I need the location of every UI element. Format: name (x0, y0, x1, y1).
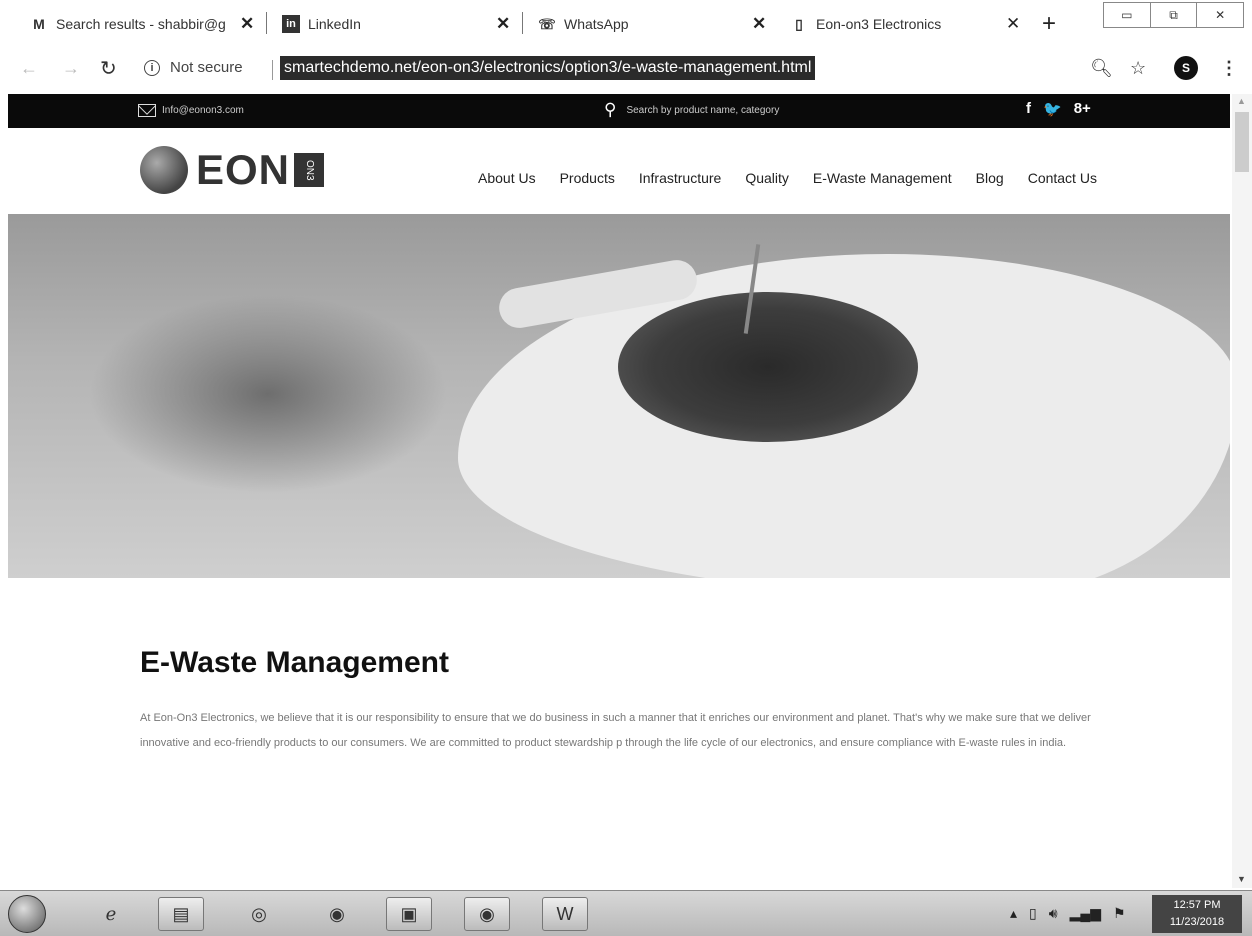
restore-button[interactable]: ⧉ (1149, 2, 1198, 28)
url-field[interactable]: smartechdemo.net/eon-on3/electronics/opt… (280, 56, 816, 80)
forward-icon[interactable]: → (62, 58, 80, 79)
page-scrollbar[interactable]: ▲ ▼ (1232, 94, 1252, 888)
page-icon: ▯ (795, 15, 803, 32)
tab-divider (522, 12, 523, 34)
omnibox-divider (272, 60, 273, 80)
tab-eon-on3[interactable]: ▯ Eon-on3 Electronics ✕ (790, 8, 1030, 40)
system-tray: ▴ ▯ 🔊︎ ▂▄▆ ⚑ (1010, 905, 1126, 922)
nav-contact-us[interactable]: Contact Us (1028, 170, 1097, 186)
file-explorer-icon[interactable]: ▤ (158, 897, 204, 931)
search-placeholder: Search by product name, category (626, 104, 780, 116)
app-tile-icon[interactable]: ▣ (386, 897, 432, 931)
minimize-button[interactable]: ▭ (1103, 2, 1151, 28)
clock-date: 11/23/2018 (1169, 916, 1225, 928)
contact-email[interactable]: Info@eonon3.com (138, 104, 244, 117)
tab-whatsapp[interactable]: ☏ WhatsApp ✕ (538, 8, 778, 40)
word-icon[interactable]: W (542, 897, 588, 931)
reload-icon[interactable]: ↻ (100, 56, 117, 81)
tab-gmail-search[interactable]: M Search results - shabbir@g ✕ (30, 8, 260, 40)
tab-title: WhatsApp (564, 16, 629, 32)
linkedin-icon: in (282, 15, 300, 33)
email-text: Info@eonon3.com (162, 105, 244, 116)
close-icon[interactable]: ✕ (496, 14, 510, 34)
search-icon: ⚲ (604, 100, 617, 119)
media-player-icon[interactable]: ◎ (236, 897, 282, 931)
windows-taskbar: ℯ ▤ ◎ ◉ ▣ ◉ W ▴ ▯ 🔊︎ ▂▄▆ ⚑ 12:57 PM 11/2… (0, 890, 1252, 936)
nav-products[interactable]: Products (560, 170, 615, 186)
close-window-button[interactable]: ✕ (1196, 2, 1245, 28)
action-center-icon[interactable]: ⚑ (1113, 905, 1126, 922)
nav-e-waste-management[interactable]: E-Waste Management (813, 170, 952, 186)
tab-title: Search results - shabbir@g (56, 16, 226, 32)
site-search[interactable]: ⚲ Search by product name, category (604, 100, 779, 120)
scroll-up-icon[interactable]: ▲ (1237, 96, 1246, 106)
whatsapp-icon: ☏ (538, 15, 556, 32)
close-icon[interactable]: ✕ (1006, 14, 1020, 34)
envelope-icon (138, 104, 156, 117)
window-controls: ▭ ⧉ ✕ (1103, 2, 1245, 28)
bookmark-star-icon[interactable]: ☆ (1130, 58, 1146, 79)
soil-shape (618, 292, 918, 442)
start-button[interactable] (8, 895, 46, 933)
volume-icon[interactable]: 🔊︎ (1049, 905, 1058, 922)
chrome-active-icon[interactable]: ◉ (464, 897, 510, 931)
profile-avatar[interactable]: S (1174, 56, 1198, 80)
google-plus-icon[interactable]: 8+ (1074, 100, 1091, 118)
system-clock[interactable]: 12:57 PM 11/23/2018 (1152, 895, 1242, 933)
twitter-icon[interactable]: 🐦 (1043, 100, 1062, 118)
logo-badge: ON3 (294, 153, 325, 187)
show-hidden-icons-icon[interactable]: ▴ (1010, 905, 1017, 922)
page-intro-text: At Eon-On3 Electronics, we believe that … (140, 712, 1091, 749)
chrome-icon[interactable]: ◉ (314, 897, 360, 931)
nav-quality[interactable]: Quality (745, 170, 789, 186)
browser-tab-strip: M Search results - shabbir@g ✕ in Linked… (0, 0, 1252, 46)
internet-explorer-icon[interactable]: ℯ (88, 897, 134, 931)
social-links: f 🐦 8+ (1026, 100, 1091, 118)
network-icon[interactable]: ▂▄▆ (1070, 905, 1101, 922)
security-indicator[interactable]: i Not secure (144, 59, 243, 76)
close-icon[interactable]: ✕ (240, 14, 254, 34)
facebook-icon[interactable]: f (1026, 100, 1031, 118)
security-label: Not secure (170, 59, 243, 76)
logo-globe-icon (140, 146, 188, 194)
site-logo[interactable]: EON ON3 (140, 146, 325, 194)
tab-divider (266, 12, 267, 34)
tab-title: Eon-on3 Electronics (816, 16, 942, 32)
nav-infrastructure[interactable]: Infrastructure (639, 170, 721, 186)
site-header: EON ON3 About Us Products Infrastructure… (8, 128, 1230, 214)
close-icon[interactable]: ✕ (752, 14, 766, 34)
site-top-bar: Info@eonon3.com ⚲ Search by product name… (8, 94, 1230, 128)
page-title: E-Waste Management (140, 646, 449, 679)
info-icon: i (144, 59, 160, 76)
logo-text: EON (196, 146, 291, 193)
address-bar: ← → ↻ i Not secure smartechdemo.net/eon-… (0, 48, 1252, 88)
main-navigation: About Us Products Infrastructure Quality… (478, 170, 1121, 186)
gmail-icon: M (33, 16, 45, 32)
nav-blog[interactable]: Blog (976, 170, 1004, 186)
scroll-thumb[interactable] (1235, 112, 1249, 172)
menu-icon[interactable]: ⋮ (1220, 58, 1238, 79)
zoom-icon[interactable]: 🔍︎ (1090, 58, 1113, 79)
new-tab-button[interactable]: + (1042, 10, 1056, 38)
nav-about-us[interactable]: About Us (478, 170, 536, 186)
power-icon[interactable]: ▯ (1029, 905, 1037, 922)
tab-linkedin[interactable]: in LinkedIn ✕ (282, 8, 512, 40)
back-icon[interactable]: ← (20, 58, 38, 79)
tab-title: LinkedIn (308, 16, 361, 32)
clock-time: 12:57 PM (1173, 899, 1221, 911)
scroll-down-icon[interactable]: ▼ (1237, 874, 1246, 884)
hero-image (8, 214, 1230, 578)
